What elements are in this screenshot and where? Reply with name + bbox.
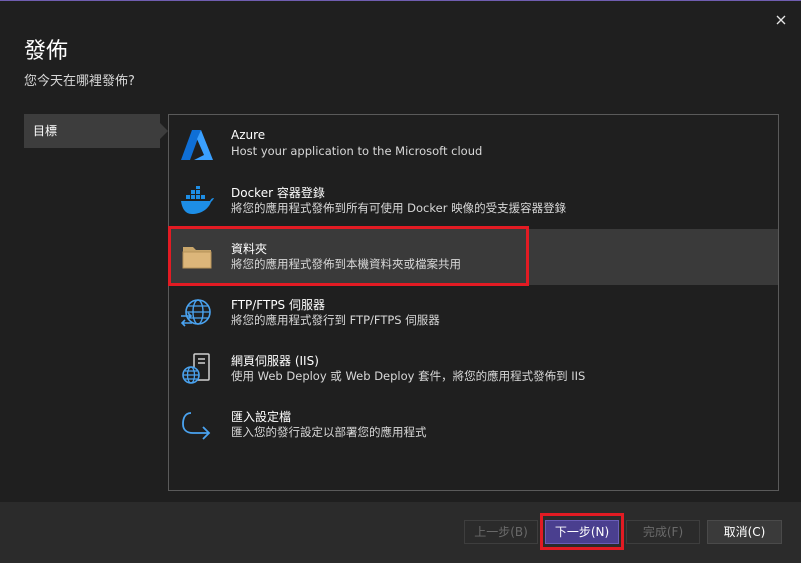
- target-item-folder[interactable]: 資料夾 將您的應用程式發佈到本機資料夾或檔案共用: [169, 229, 778, 285]
- target-desc: 將您的應用程式發佈到所有可使用 Docker 映像的受支援容器登錄: [231, 201, 567, 215]
- target-desc: Host your application to the Microsoft c…: [231, 144, 483, 158]
- target-name: 資料夾: [231, 242, 268, 256]
- target-list: Azure Host your application to the Micro…: [168, 114, 779, 491]
- close-button[interactable]: [771, 10, 791, 30]
- azure-icon: [179, 127, 215, 163]
- nav-item-target[interactable]: 目標: [24, 114, 168, 148]
- docker-icon: [179, 183, 215, 219]
- target-desc: 使用 Web Deploy 或 Web Deploy 套件，將您的應用程式發佈到…: [231, 369, 586, 383]
- web-server-icon: [179, 351, 215, 387]
- target-item-iis[interactable]: 網頁伺服器 (IIS) 使用 Web Deploy 或 Web Deploy 套…: [169, 341, 778, 397]
- target-name: 網頁伺服器 (IIS): [231, 354, 319, 368]
- back-button[interactable]: 上一步(B): [464, 520, 538, 544]
- target-name: Docker 容器登錄: [231, 186, 325, 200]
- globe-transfer-icon: [179, 295, 215, 331]
- cancel-button[interactable]: 取消(C): [707, 520, 782, 544]
- close-icon: [776, 15, 786, 25]
- import-arrow-icon: [179, 407, 215, 443]
- folder-icon: [179, 239, 215, 275]
- target-desc: 匯入您的發行設定以部署您的應用程式: [231, 425, 427, 439]
- finish-button[interactable]: 完成(F): [626, 520, 700, 544]
- target-item-docker[interactable]: Docker 容器登錄 將您的應用程式發佈到所有可使用 Docker 映像的受支…: [169, 173, 778, 229]
- target-name: 匯入設定檔: [231, 410, 292, 424]
- target-desc: 將您的應用程式發佈到本機資料夾或檔案共用: [231, 257, 461, 271]
- target-item-azure[interactable]: Azure Host your application to the Micro…: [169, 117, 778, 173]
- target-item-ftp[interactable]: FTP/FTPS 伺服器 將您的應用程式發行到 FTP/FTPS 伺服器: [169, 285, 778, 341]
- window-top-accent: [0, 0, 801, 1]
- dialog-subtitle: 您今天在哪裡發佈?: [24, 74, 135, 89]
- target-name: FTP/FTPS 伺服器: [231, 298, 325, 312]
- nav-panel: 目標: [24, 114, 168, 148]
- dialog-title: 發佈: [24, 39, 69, 64]
- target-desc: 將您的應用程式發行到 FTP/FTPS 伺服器: [231, 313, 440, 327]
- next-button[interactable]: 下一步(N): [545, 520, 619, 544]
- target-name: Azure: [231, 128, 266, 142]
- target-item-import-profile[interactable]: 匯入設定檔 匯入您的發行設定以部署您的應用程式: [169, 397, 778, 453]
